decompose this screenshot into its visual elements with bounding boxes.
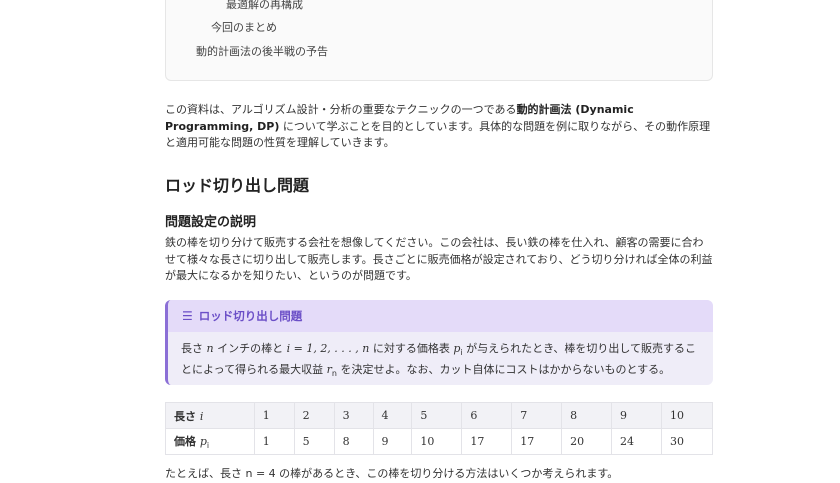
table-cell: 5 <box>411 402 463 429</box>
subsection-title: 問題設定の説明 <box>165 215 257 230</box>
list-icon: ☰ <box>182 309 193 323</box>
table-cell: 1 <box>253 402 295 429</box>
table-cell: 8 <box>333 428 374 455</box>
table-cell: 5 <box>293 428 335 455</box>
table-cell: 24 <box>611 428 662 455</box>
table-cell: 10 <box>660 402 714 429</box>
toc-item[interactable]: 今回のまとめ <box>211 19 277 35</box>
table-cell: 20 <box>561 428 613 455</box>
table-cell: 3 <box>333 402 374 429</box>
table-cell: 2 <box>293 402 335 429</box>
table-row: 長さ i 1 2 3 4 5 6 7 8 9 10 <box>165 402 714 429</box>
table-cell: 7 <box>511 402 563 429</box>
toc-item[interactable]: 動的計画法の後半戦の予告 <box>196 43 328 59</box>
intro-text: この資料は、アルゴリズム設計・分析の重要なテクニックの一つである <box>165 103 517 116</box>
problem-text: 鉄の棒を切り分けて販売する会社を想像してください。この会社は、長い鉄の棒を仕入れ… <box>165 236 713 282</box>
table-cell: 1 <box>253 428 295 455</box>
row-header: 価格 pi <box>165 428 255 455</box>
table-row: 価格 pi 1 5 8 9 10 17 17 20 24 30 <box>165 428 714 455</box>
callout-header: ☰ ロッド切り出し問題 <box>168 300 713 332</box>
example-paragraph: たとえば、長さ n = 4 の棒があるとき、この棒を切り分ける方法はいくつか考え… <box>165 466 713 483</box>
table-cell: 17 <box>511 428 563 455</box>
callout-title: ロッド切り出し問題 <box>198 309 303 323</box>
table-cell: 9 <box>372 428 413 455</box>
intro-paragraph: この資料は、アルゴリズム設計・分析の重要なテクニックの一つである動的計画法 (D… <box>165 102 713 152</box>
table-of-contents: 最適解の再構成 今回のまとめ 動的計画法の後半戦の予告 <box>165 0 713 81</box>
table-cell: 6 <box>461 402 513 429</box>
price-table: 長さ i 1 2 3 4 5 6 7 8 9 10 価格 pi 1 5 8 9 10 17 17 20 24 30 <box>165 402 714 455</box>
table-cell: 9 <box>611 402 662 429</box>
callout-body: 長さ n インチの棒と i = 1, 2, . . . , n に対する価格表 … <box>181 342 697 378</box>
table-cell: 4 <box>372 402 413 429</box>
table-cell: 30 <box>660 428 714 455</box>
problem-paragraph: 鉄の棒を切り分けて販売する会社を想像してください。この会社は、長い鉄の棒を仕入れ… <box>165 235 713 285</box>
table-cell: 8 <box>561 402 613 429</box>
table-cell: 17 <box>461 428 513 455</box>
example-text: たとえば、長さ n = 4 の棒があるとき、この棒を切り分ける方法はいくつか考え… <box>165 467 619 480</box>
section-title: ロッド切り出し問題 <box>165 176 310 195</box>
definition-callout: ☰ ロッド切り出し問題 長さ n インチの棒と i = 1, 2, . . . … <box>165 300 713 385</box>
table-cell: 10 <box>411 428 463 455</box>
toc-item[interactable]: 最適解の再構成 <box>226 0 303 12</box>
row-header: 長さ i <box>165 402 255 429</box>
